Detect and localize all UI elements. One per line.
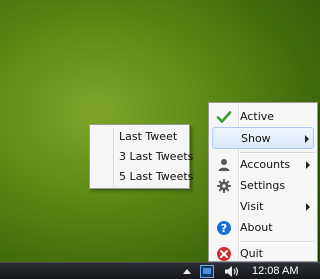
menu-item-about[interactable]: ? About: [212, 217, 314, 239]
quit-icon: [216, 246, 232, 262]
question-icon: ?: [216, 220, 232, 236]
submenu-item-label: 3 Last Tweets: [119, 150, 194, 163]
checkmark-icon: [216, 109, 232, 125]
svg-text:?: ?: [221, 222, 227, 235]
tray-context-menu: Active Show Accounts Settings Visit ? Ab…: [208, 102, 318, 262]
submenu-arrow-icon: [306, 203, 310, 211]
submenu-item-5-last-tweets[interactable]: 5 Last Tweets: [93, 167, 193, 187]
gear-icon: [216, 178, 232, 194]
show-hidden-icons-arrow-icon[interactable]: [183, 269, 191, 274]
menu-item-visit[interactable]: Visit: [212, 196, 314, 218]
user-icon: [216, 157, 232, 173]
menu-item-show[interactable]: Show: [212, 127, 314, 149]
submenu-arrow-icon: [305, 135, 309, 143]
show-submenu: Last Tweet 3 Last Tweets 5 Last Tweets: [89, 124, 193, 189]
menu-item-label: Quit: [240, 247, 263, 260]
menu-item-label: Visit: [240, 200, 264, 213]
menu-item-label: Show: [241, 132, 271, 145]
taskbar-clock[interactable]: 12:08 AM: [252, 265, 298, 277]
menu-item-settings[interactable]: Settings: [212, 175, 314, 197]
submenu-item-last-tweet[interactable]: Last Tweet: [93, 127, 186, 147]
submenu-item-label: 5 Last Tweets: [119, 170, 194, 183]
menu-item-active[interactable]: Active: [212, 106, 314, 128]
submenu-arrow-icon: [306, 161, 310, 169]
menu-item-accounts[interactable]: Accounts: [212, 154, 314, 176]
menu-item-label: Settings: [240, 179, 286, 192]
menu-item-label: Active: [240, 110, 275, 123]
taskbar: 12:08 AM: [0, 262, 320, 279]
menu-item-label: About: [240, 221, 273, 234]
speaker-icon[interactable]: [224, 265, 240, 278]
submenu-item-label: Last Tweet: [119, 130, 178, 143]
menu-item-label: Accounts: [240, 158, 291, 171]
app-tray-icon[interactable]: [200, 265, 214, 278]
submenu-item-3-last-tweets[interactable]: 3 Last Tweets: [93, 147, 193, 167]
